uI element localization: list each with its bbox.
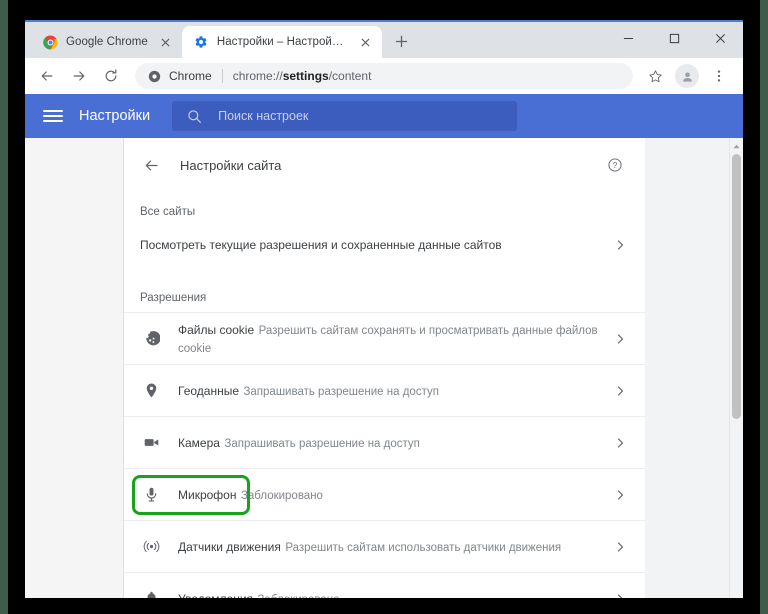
settings-search-input[interactable]: Поиск настроек [172, 101, 518, 131]
new-tab-button[interactable] [388, 27, 416, 55]
omnibox-scheme-label: Chrome [169, 69, 212, 83]
permission-texts: Геоданные Запрашивать разрешение на дост… [178, 382, 615, 400]
chevron-right-icon [615, 385, 625, 396]
permission-subtitle: Разрешить сайтам использовать датчики дв… [285, 541, 562, 554]
search-icon [186, 108, 202, 124]
settings-app-header: Настройки Поиск настроек [25, 94, 743, 138]
tab-title: Google Chrome [66, 36, 148, 48]
permission-row-microphone[interactable]: Микрофон Заблокировано [124, 468, 645, 520]
profile-avatar[interactable] [675, 64, 699, 88]
bell-icon [140, 588, 162, 598]
tab-close-icon[interactable] [158, 34, 174, 50]
chevron-right-icon [615, 333, 625, 344]
url-prefix: chrome:// [232, 69, 283, 83]
omnibox-separator [221, 69, 223, 83]
scroll-up-arrow-icon[interactable] [730, 140, 743, 152]
forward-button[interactable] [65, 62, 93, 90]
row-label: Посмотреть текущие разрешения и сохранен… [140, 238, 502, 252]
site-settings-card: Настройки сайта ? Все сайты Посмотреть т… [124, 138, 645, 598]
close-button[interactable] [697, 22, 743, 54]
chevron-right-icon [615, 541, 625, 552]
address-bar[interactable]: Chrome chrome://settings/content [135, 63, 633, 89]
tab-close-icon[interactable] [358, 34, 374, 50]
site-settings-header: Настройки сайта ? [124, 138, 645, 192]
browser-toolbar: Chrome chrome://settings/content [25, 58, 743, 94]
maximize-button[interactable] [651, 22, 697, 54]
bookmark-star-icon[interactable] [641, 62, 669, 90]
permissions-list: Файлы cookie Разрешить сайтам сохранять … [124, 312, 645, 598]
settings-content-scroll: Настройки сайта ? Все сайты Посмотреть т… [124, 138, 743, 598]
chevron-right-icon [615, 437, 625, 448]
chrome-menu-icon[interactable] [705, 62, 733, 90]
search-placeholder-text: Поиск настроек [218, 109, 309, 123]
permission-title: Микрофон [178, 487, 237, 502]
section-label-all-sites: Все сайты [140, 206, 196, 218]
screen-root: Google Chrome Настройки – Настройки сайт… [0, 0, 768, 614]
settings-gear-icon [194, 35, 209, 50]
tab-title: Настройки – Настройки сайта [216, 36, 348, 48]
cookie-icon [140, 328, 162, 350]
permission-subtitle: Заблокировано [257, 594, 339, 599]
motion-sensor-icon [140, 536, 162, 558]
permission-row-motion-sensors[interactable]: Датчики движения Разрешить сайтам исполь… [124, 520, 645, 572]
settings-left-rail [25, 138, 124, 598]
tab-strip: Google Chrome Настройки – Настройки сайт… [25, 22, 743, 58]
permission-texts: Датчики движения Разрешить сайтам исполь… [178, 538, 615, 556]
chrome-logo-icon [43, 35, 58, 50]
permission-title: Геоданные [178, 383, 240, 398]
url-suffix: /content [328, 69, 372, 83]
permission-title: Камера [178, 435, 220, 450]
permission-texts: Файлы cookie Разрешить сайтам сохранять … [178, 321, 615, 357]
back-button[interactable] [33, 62, 61, 90]
minimize-button[interactable] [605, 22, 651, 54]
permission-row-location[interactable]: Геоданные Запрашивать разрешение на дост… [124, 364, 645, 416]
chevron-right-icon [615, 240, 625, 250]
chrome-shield-icon [147, 69, 161, 83]
help-icon[interactable]: ? [605, 155, 625, 175]
camera-icon [140, 432, 162, 454]
menu-hamburger-icon[interactable] [43, 106, 63, 126]
page-title: Настройки сайта [180, 157, 282, 173]
browser-tab-google-chrome[interactable]: Google Chrome [31, 26, 182, 58]
permission-row-notifications[interactable]: Уведомления Заблокировано [124, 572, 645, 598]
chevron-right-icon [615, 593, 625, 598]
permission-subtitle: Запрашивать разрешение на доступ [224, 437, 420, 450]
omnibox-url: chrome://settings/content [233, 69, 372, 83]
page-scrollbar[interactable] [729, 138, 743, 598]
toolbar-right-actions [639, 62, 735, 90]
permission-title: Уведомления [178, 592, 253, 599]
url-bold-segment: settings [282, 69, 329, 83]
scrollbar-thumb[interactable] [732, 154, 741, 419]
permission-row-cookies[interactable]: Файлы cookie Разрешить сайтам сохранять … [124, 312, 645, 364]
row-view-permissions-and-data[interactable]: Посмотреть текущие разрешения и сохранен… [124, 226, 645, 264]
microphone-icon [140, 484, 162, 506]
svg-text:?: ? [613, 161, 618, 170]
back-arrow-icon[interactable] [140, 154, 162, 176]
reload-button[interactable] [97, 62, 125, 90]
chevron-right-icon [615, 489, 625, 500]
section-label-permissions: Разрешения [140, 292, 207, 304]
window-controls [605, 22, 743, 54]
settings-app-title: Настройки [79, 108, 151, 124]
location-pin-icon [140, 380, 162, 402]
permission-title: Файлы cookie [178, 322, 255, 337]
browser-tab-settings[interactable]: Настройки – Настройки сайта [181, 26, 382, 58]
settings-body: Настройки сайта ? Все сайты Посмотреть т… [25, 138, 743, 598]
permission-subtitle: Заблокировано [240, 489, 323, 502]
permission-texts: Камера Запрашивать разрешение на доступ [178, 434, 615, 452]
permission-row-camera[interactable]: Камера Запрашивать разрешение на доступ [124, 416, 645, 468]
browser-window: Google Chrome Настройки – Настройки сайт… [25, 20, 743, 598]
permission-texts: Микрофон Заблокировано [178, 486, 615, 504]
desktop-backdrop-right [760, 0, 768, 614]
desktop-backdrop-left [0, 0, 8, 614]
permission-subtitle: Запрашивать разрешение на доступ [243, 385, 439, 398]
permission-texts: Уведомления Заблокировано [178, 590, 615, 599]
permission-title: Датчики движения [178, 539, 281, 554]
